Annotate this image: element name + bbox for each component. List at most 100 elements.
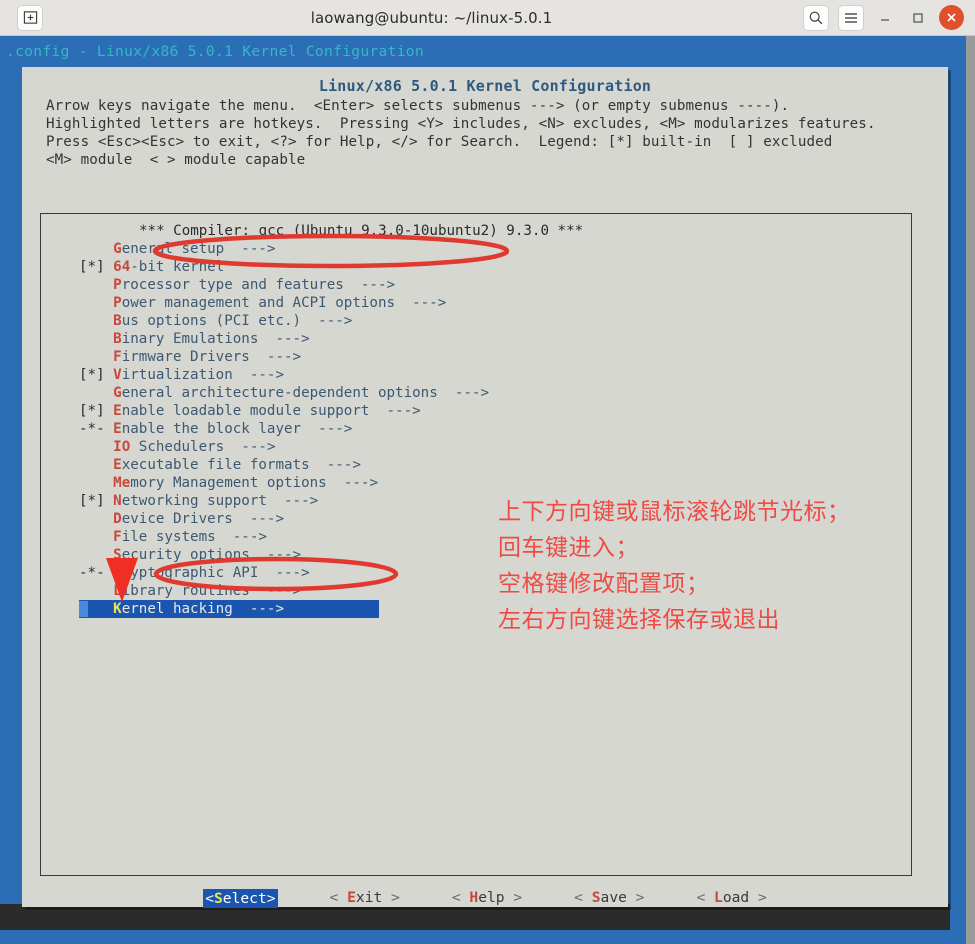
new-tab-icon[interactable] (17, 4, 43, 31)
menu-item-mark: [*] (79, 259, 114, 275)
menu-cursor-block (79, 601, 88, 617)
menu-item[interactable]: -*- Enable the block layer ---> (41, 420, 911, 438)
menu-item[interactable]: [*] Networking support ---> (41, 492, 911, 510)
button-bracket-right: > (749, 889, 767, 906)
menu-item[interactable]: General setup ---> (41, 240, 911, 258)
menu-item-label: -bit kernel (130, 259, 225, 275)
maximize-icon-svg (913, 12, 923, 23)
menu-item[interactable]: Firmware Drivers ---> (41, 348, 911, 366)
menu-item-hotkey: G (113, 241, 122, 257)
button-hotkey: S (214, 890, 223, 907)
menu-item[interactable]: [*] 64-bit kernel (41, 258, 911, 276)
menu-item-label: rocessor type and features (121, 277, 344, 293)
menu-item-mark (79, 583, 113, 599)
new-tab-icon-svg (23, 11, 37, 24)
button-label: ave (600, 889, 627, 906)
menu-item-label: mory Management options (130, 475, 327, 491)
menu-item-mark: [*] (79, 367, 114, 383)
menu-item-hotkey: 64 (113, 259, 131, 275)
menu-item-label: ernel hacking (121, 601, 233, 617)
submenu-arrow-icon: ---> (326, 475, 378, 491)
menu-item-label: evice Drivers (121, 511, 233, 527)
menu-item-label: us options (PCI etc.) (121, 313, 302, 329)
button-help[interactable]: < Help > (452, 889, 522, 908)
menu-item-mark: [*] (79, 493, 114, 509)
menuconfig-status-line: .config - Linux/x86 5.0.1 Kernel Configu… (6, 43, 424, 60)
menu-item-hotkey: P (113, 277, 122, 293)
menu-item[interactable]: Executable file formats ---> (41, 456, 911, 474)
menu-item-mark (79, 475, 113, 491)
submenu-arrow-icon: ---> (301, 421, 353, 437)
maximize-icon[interactable] (906, 6, 930, 30)
menu-item-hotkey: S (113, 547, 122, 563)
help-line-1: Arrow keys navigate the menu. <Enter> se… (46, 98, 790, 114)
menu-item[interactable]: Binary Emulations ---> (41, 330, 911, 348)
menu-item-mark (79, 385, 113, 401)
menu-item[interactable]: Security options ---> (41, 546, 911, 564)
menu-item-hotkey: D (113, 511, 122, 527)
submenu-arrow-icon: ---> (343, 277, 396, 293)
menu-item[interactable]: Device Drivers ---> (41, 510, 911, 528)
button-spacer (278, 889, 330, 908)
window-controls (803, 4, 975, 31)
button-bracket-right: > (266, 890, 276, 907)
hamburger-menu-icon-svg (845, 12, 857, 23)
menu-item-label: ryptographic API (121, 565, 259, 581)
terminal-window: laowang@ubuntu: ~/linux-5.0.1 .config - … (0, 0, 975, 944)
menu-item-mark (79, 529, 113, 545)
window-right-edge (966, 36, 975, 944)
button-spacer (644, 889, 696, 908)
terminal-body[interactable]: .config - Linux/x86 5.0.1 Kernel Configu… (0, 36, 975, 944)
menu-item[interactable]: [*] Enable loadable module support ---> (41, 402, 911, 420)
menu-item-selected[interactable]: Kernel hacking ---> (79, 600, 379, 618)
button-bracket-left: < (205, 890, 214, 907)
submenu-arrow-icon: ---> (249, 547, 302, 563)
menu-item[interactable]: IO Schedulers ---> (41, 438, 911, 456)
button-load[interactable]: < Load > (696, 889, 766, 908)
menu-item[interactable]: [*] Virtualization ---> (41, 366, 911, 384)
menu-item[interactable]: -*- Cryptographic API ---> (41, 564, 911, 582)
menu-item[interactable]: Power management and ACPI options ---> (41, 294, 911, 312)
menu-item-hotkey: V (113, 367, 122, 383)
menu-item-mark (79, 313, 113, 329)
menu-item[interactable]: Processor type and features ---> (41, 276, 911, 294)
submenu-arrow-icon: ---> (232, 601, 285, 617)
dialog-button-row: <Select> < Exit > < Help > < Save > < Load > (22, 889, 948, 908)
menu-item[interactable]: Bus options (PCI etc.) ---> (41, 312, 911, 330)
close-icon[interactable] (939, 5, 964, 30)
background-bottom-strip (0, 930, 975, 944)
submenu-arrow-icon: ---> (258, 565, 310, 581)
submenu-arrow-icon: ---> (309, 457, 361, 473)
help-line-3: Press <Esc><Esc> to exit, <?> for Help, … (46, 134, 833, 150)
button-spacer (522, 889, 574, 908)
button-save[interactable]: < Save > (574, 889, 644, 908)
button-bracket-left: < (696, 889, 715, 906)
menu-item[interactable]: General architecture-dependent options -… (41, 384, 911, 402)
menu-item-mark: -*- (79, 565, 114, 581)
menu-item-mark: [*] (79, 403, 114, 419)
menu-item-mark (79, 547, 113, 563)
new-tab-button[interactable] (0, 4, 60, 31)
window-title: laowang@ubuntu: ~/linux-5.0.1 (310, 8, 553, 27)
menu-item[interactable]: Library routines ---> (41, 582, 911, 600)
menu-list-box[interactable]: *** Compiler: gcc (Ubuntu 9.3.0-10ubuntu… (40, 213, 912, 876)
hamburger-menu-icon[interactable] (838, 4, 864, 31)
button-label: xit (355, 889, 383, 906)
menu-item-mark (79, 511, 113, 527)
button-hotkey: L (714, 889, 723, 906)
help-line-4: <M> module < > module capable (46, 152, 306, 168)
button-select[interactable]: <Select> (203, 889, 278, 908)
dialog-title: Linux/x86 5.0.1 Kernel Configuration (318, 77, 652, 95)
button-label: elect (222, 890, 267, 907)
menu-item-mark (79, 349, 113, 365)
search-icon[interactable] (803, 4, 829, 31)
menu-item[interactable]: *** Compiler: gcc (Ubuntu 9.3.0-10ubuntu… (41, 222, 911, 240)
menu-item-hotkey: E (113, 403, 122, 419)
minimize-icon[interactable] (873, 6, 897, 30)
menu-item[interactable]: File systems ---> (41, 528, 911, 546)
menu-item[interactable]: Memory Management options ---> (41, 474, 911, 492)
button-exit[interactable]: < Exit > (330, 889, 400, 908)
submenu-arrow-icon: ---> (232, 511, 285, 527)
button-hotkey: E (347, 889, 356, 906)
menu-item-mark (79, 457, 113, 473)
